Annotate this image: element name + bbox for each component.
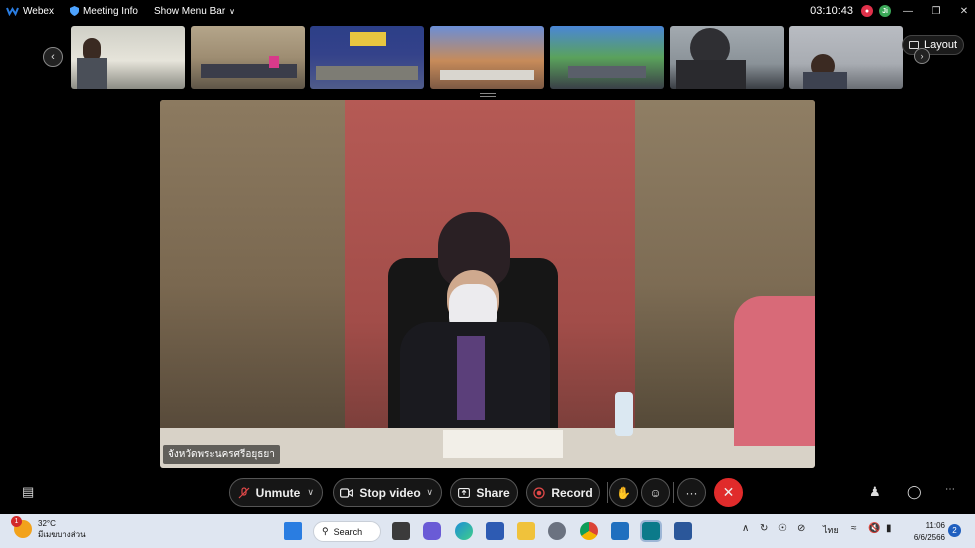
speaker-name-tag: จังหวัดพระนครศรีอยุธยา [163, 445, 280, 464]
system-clock[interactable]: 11:06 6/6/2566 [905, 520, 945, 544]
microphone-muted-icon [238, 486, 250, 498]
smiley-icon: ☺ [649, 485, 662, 500]
recording-indicator-icon: ● [861, 5, 873, 17]
participant-right [734, 296, 815, 446]
layout-icon [908, 41, 919, 49]
weather-sun-icon: 1 [11, 516, 32, 538]
reactions-button[interactable]: ☺ [641, 478, 670, 507]
chevron-down-icon[interactable]: ∨ [426, 487, 433, 498]
mic-muted-tray-icon[interactable]: ⊘ [797, 523, 805, 534]
participant-thumbnail[interactable] [550, 26, 664, 89]
weather-description: มีเมฆบางส่วน [38, 530, 86, 539]
weather-badge: 1 [11, 516, 22, 527]
avatar[interactable]: Ji [879, 5, 891, 17]
minimize-icon[interactable]: — [897, 6, 919, 17]
participant-thumbnail[interactable] [310, 26, 424, 89]
weather-widget[interactable]: 1 32°C มีเมฆบางส่วน [11, 516, 86, 540]
media-player-icon[interactable] [611, 522, 629, 540]
more-icon: ··· [685, 485, 698, 500]
record-icon [533, 486, 545, 499]
name-placard [443, 430, 563, 458]
unmute-label: Unmute [255, 485, 301, 500]
speaker-muted-icon[interactable]: 🔇 [868, 523, 880, 534]
input-language[interactable]: ไทย [823, 523, 839, 537]
chevron-right-icon: › [920, 51, 924, 61]
chat-icon[interactable]: ◯ [907, 484, 922, 500]
windows-taskbar: 1 32°C มีเมฆบางส่วน ⚲ Search ∧ ↻ ☉ ⊘ ไทย… [0, 514, 975, 548]
captions-icon[interactable]: ▤ [22, 484, 34, 500]
speaker-blouse [457, 336, 485, 420]
participant-thumbnail[interactable] [430, 26, 544, 89]
webex-logo-icon [6, 7, 19, 16]
system-date: 6/6/2566 [913, 533, 945, 542]
participant-thumbnail[interactable] [191, 26, 305, 89]
video-camera-icon [340, 487, 354, 498]
participants-icon[interactable]: ♟ [869, 484, 881, 500]
teams-chat-icon[interactable] [423, 522, 441, 540]
restore-icon[interactable]: ❐ [925, 6, 947, 17]
raise-hand-icon: ✋ [616, 485, 631, 500]
share-icon [458, 488, 471, 498]
resize-handle[interactable] [480, 93, 496, 97]
chevron-down-icon[interactable]: ∨ [307, 487, 314, 498]
end-call-button[interactable]: ✕ [714, 478, 743, 507]
search-icon: ⚲ [322, 526, 329, 536]
filmstrip-next-button[interactable]: › [914, 48, 930, 64]
more-options-button[interactable]: ··· [677, 478, 706, 507]
unmute-button[interactable]: Unmute ∨ [229, 478, 323, 507]
chevron-left-icon: ‹ [51, 51, 55, 63]
stop-video-label: Stop video [359, 485, 421, 500]
chrome-browser-icon[interactable] [580, 522, 598, 540]
participant-thumbnail[interactable] [71, 26, 185, 89]
wifi-icon[interactable]: ≈ [851, 523, 857, 534]
webex-menu[interactable]: Webex [6, 6, 54, 17]
participant-thumbnail[interactable] [789, 26, 903, 89]
stop-video-button[interactable]: Stop video ∨ [333, 478, 442, 507]
security-icon[interactable]: ☉ [778, 523, 787, 534]
share-label: Share [476, 485, 510, 500]
file-explorer-icon[interactable] [517, 522, 535, 540]
filmstrip-prev-button[interactable]: ‹ [43, 47, 63, 67]
edge-browser-icon[interactable] [455, 522, 473, 540]
record-button[interactable]: Record [526, 478, 600, 507]
battery-icon[interactable]: ▮ [886, 523, 892, 534]
taskbar-search[interactable]: ⚲ Search [313, 521, 381, 542]
windows-start-icon[interactable] [284, 522, 302, 540]
app-name: Webex [23, 5, 54, 17]
record-label: Record [551, 485, 593, 500]
chevron-up-icon[interactable]: ∧ [742, 523, 749, 534]
divider [673, 482, 674, 503]
layout-button[interactable]: Layout [902, 35, 964, 55]
more-panels-icon[interactable]: ⋯ [945, 484, 955, 495]
active-speaker-video: จังหวัดพระนครศรีอยุธยา [160, 100, 815, 468]
raise-hand-button[interactable]: ✋ [609, 478, 638, 507]
show-menu-bar-button[interactable]: Show Menu Bar ∨ [154, 6, 235, 17]
close-icon: ✕ [722, 484, 735, 500]
webex-taskbar-icon[interactable] [640, 520, 662, 542]
participant-thumbnail[interactable] [670, 26, 784, 89]
search-label: Search [333, 526, 363, 537]
layout-label: Layout [923, 39, 958, 51]
chevron-down-icon: ∨ [229, 6, 236, 16]
weather-temperature: 32°C [38, 519, 56, 528]
notification-badge[interactable]: 2 [948, 524, 961, 537]
wall-mural-left [160, 100, 345, 468]
water-bottle [615, 392, 633, 436]
word-icon[interactable] [674, 522, 692, 540]
task-view-icon[interactable] [392, 522, 410, 540]
settings-gear-icon[interactable] [548, 522, 566, 540]
shield-icon [69, 6, 79, 16]
meeting-info-label: Meeting Info [82, 5, 138, 17]
show-menu-bar-label: Show Menu Bar [154, 5, 226, 17]
divider [607, 482, 608, 503]
share-button[interactable]: Share [450, 478, 518, 507]
close-icon[interactable]: ✕ [953, 6, 975, 17]
title-bar: Webex Meeting Info Show Menu Bar ∨ 03:10… [0, 0, 975, 22]
store-icon[interactable] [486, 522, 504, 540]
system-time: 11:06 [925, 521, 945, 530]
meeting-info-button[interactable]: Meeting Info [69, 5, 138, 17]
sync-icon[interactable]: ↻ [760, 523, 768, 534]
meeting-timer: 03:10:43 [810, 5, 853, 17]
